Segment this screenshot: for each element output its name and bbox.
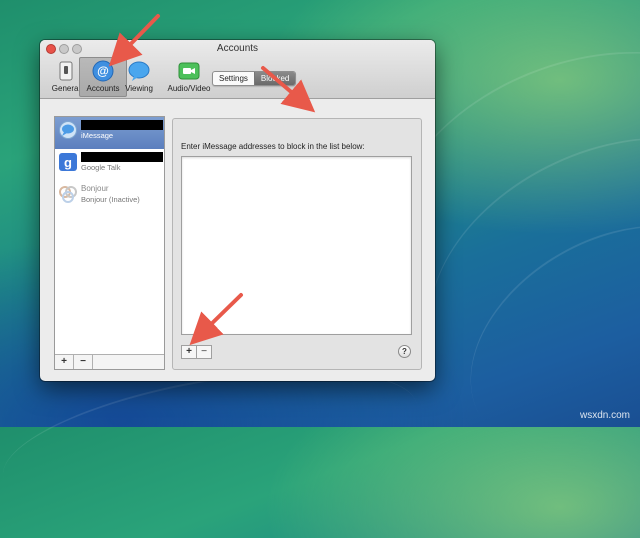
- annotation-arrows: [108, 14, 316, 346]
- arrow-to-blocked-tab: [261, 66, 316, 113]
- watermark: wsxdn.com: [579, 410, 630, 421]
- arrow-to-add-button: [189, 293, 243, 346]
- arrow-to-accounts-tab: [108, 14, 160, 67]
